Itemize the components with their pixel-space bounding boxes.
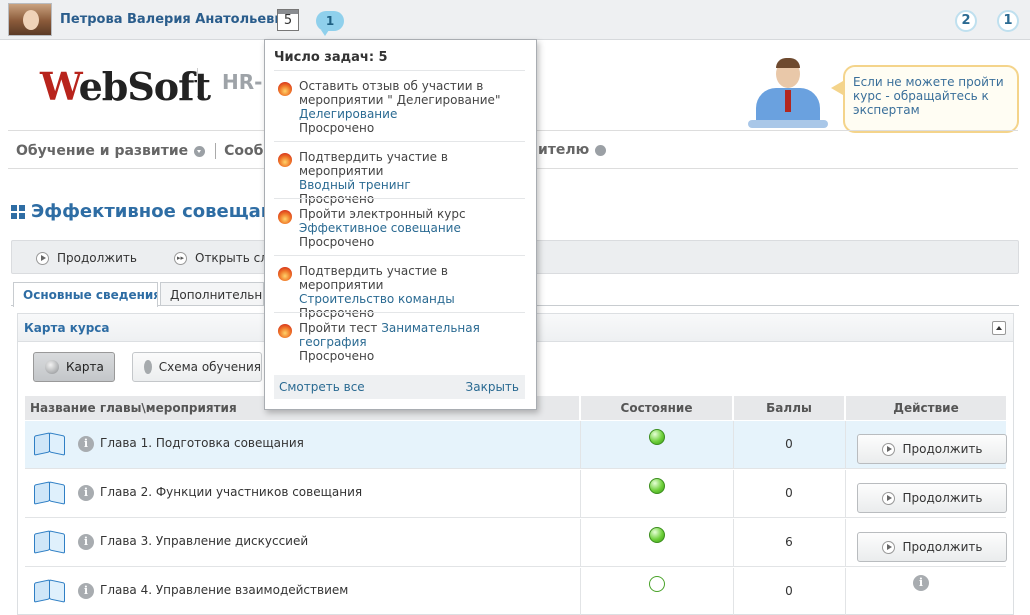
info-icon[interactable]: i [78,534,94,550]
state-icon-in-progress [649,429,665,445]
fire-icon [278,153,292,167]
chapter-score: 6 [785,535,793,549]
book-icon [34,577,66,603]
task-text: Оставить отзыв об участии в мероприятии … [299,79,501,107]
tab-additional[interactable]: Дополнительны [160,282,264,306]
logo-divider [197,68,198,96]
messages-icon[interactable]: 1 [316,11,344,36]
share-icon [144,360,152,374]
column-header-score[interactable]: Баллы [734,396,844,420]
task-text: Пройти тест [299,321,378,335]
fire-icon [278,324,292,338]
menu-separator [215,143,217,159]
info-icon[interactable]: i [78,583,94,599]
task-status: Просрочено [299,235,375,249]
fire-icon [278,210,292,224]
map-icon [45,360,59,374]
top-bar: Петрова Валерия Анатольевна 5 1 2 1 [0,0,1030,40]
task-item[interactable]: Пройти тест Занимательная география Проср… [274,312,525,369]
table-row[interactable]: i Глава 2. Функции участников совещания … [25,470,1007,518]
chapter-score: 0 [785,584,793,598]
continue-chapter-button[interactable]: Продолжить [857,483,1007,513]
column-header-action: Действие [846,396,1006,420]
book-icon [34,479,66,505]
expert-hint-bubble: Если не можете пройти курс - обращайтесь… [831,65,1019,133]
grid-icon [11,205,25,219]
chapter-name[interactable]: Глава 4. Управление взаимодействием [100,583,348,597]
task-text: Пройти электронный курс [299,207,466,221]
state-icon-in-progress [649,478,665,494]
chapter-score: 0 [785,437,793,451]
open-next-button[interactable]: ▸▸ Открыть сле [174,251,275,265]
task-text: Подтвердить участие в мероприятии [299,264,448,292]
close-link[interactable]: Закрыть [466,380,519,394]
user-name-link[interactable]: Петрова Валерия Анатольевна [60,12,292,27]
info-icon[interactable]: i [78,436,94,452]
notification-badge[interactable]: 2 [955,10,977,32]
product-name: HR- [222,70,263,94]
play-icon [881,491,895,505]
tasks-count: Число задач: 5 [274,50,388,65]
task-link[interactable]: Эффективное совещание [299,221,461,235]
notification-badge-secondary[interactable]: 1 [997,10,1019,32]
continue-chapter-button[interactable]: Продолжить [857,532,1007,562]
state-icon-in-progress [649,527,665,543]
fast-forward-icon: ▸▸ [174,251,187,265]
task-status: Просрочено [299,349,375,363]
task-item[interactable]: Пройти электронный курс Эффективное совещ… [274,198,525,255]
play-icon [881,540,895,554]
tasks-popup: Число задач: 5 Оставить отзыв об участии… [264,39,537,410]
chapter-name[interactable]: Глава 1. Подготовка совещания [100,436,304,450]
state-icon-not-started [649,576,665,592]
calendar-icon[interactable]: 5 [277,9,299,31]
expert-illustration [748,58,828,138]
websoft-logo[interactable]: WebSoft [40,64,211,109]
popup-footer: Смотреть все Закрыть [274,375,525,399]
scheme-view-button[interactable]: Схема обучения [132,352,262,382]
table-row[interactable]: i Глава 1. Подготовка совещания 0 Продол… [25,421,1007,469]
task-link[interactable]: Строительство команды [299,292,455,306]
chevron-down-icon [595,144,607,156]
see-all-link[interactable]: Смотреть все [279,380,365,394]
task-item[interactable]: Подтвердить участие в мероприятии Строите… [274,255,525,320]
info-icon[interactable]: i [78,485,94,501]
map-view-button[interactable]: Карта [33,352,115,382]
task-text: Подтвердить участие в мероприятии [299,150,448,178]
panel-title: Карта курса [24,321,110,335]
tab-main-info[interactable]: Основные сведения [13,282,158,307]
fire-icon [278,267,292,281]
task-item[interactable]: Подтвердить участие в мероприятии Вводный… [274,141,525,206]
column-header-state[interactable]: Состояние [581,396,732,420]
chevron-down-icon [194,145,206,157]
task-link[interactable]: Вводный тренинг [299,178,411,192]
menu-item-teacher[interactable]: ителю [538,142,607,158]
task-link[interactable]: Делегирование [299,107,397,121]
info-icon[interactable]: i [913,575,929,591]
chapter-name[interactable]: Глава 2. Функции участников совещания [100,485,362,499]
fire-icon [278,82,292,96]
task-status: Просрочено [299,121,375,135]
continue-button[interactable]: Продолжить [36,251,137,265]
play-icon [36,251,49,265]
task-item[interactable]: Оставить отзыв об участии в мероприятии … [274,70,525,135]
book-icon [34,430,66,456]
main-menu: Обучение и развитие Сообще [16,142,288,160]
play-icon [881,442,895,456]
book-icon [34,528,66,554]
menu-item-learning[interactable]: Обучение и развитие [16,143,206,159]
avatar[interactable] [8,3,52,36]
continue-chapter-button[interactable]: Продолжить [857,434,1007,464]
collapse-button[interactable] [992,321,1006,335]
chapter-score: 0 [785,486,793,500]
table-row[interactable]: i Глава 3. Управление дискуссией 6 Продо… [25,519,1007,567]
table-row[interactable]: i Глава 4. Управление взаимодействием 0 … [25,568,1006,615]
chapter-name[interactable]: Глава 3. Управление дискуссией [100,534,308,548]
page-title: Эффективное совещани [31,201,286,222]
